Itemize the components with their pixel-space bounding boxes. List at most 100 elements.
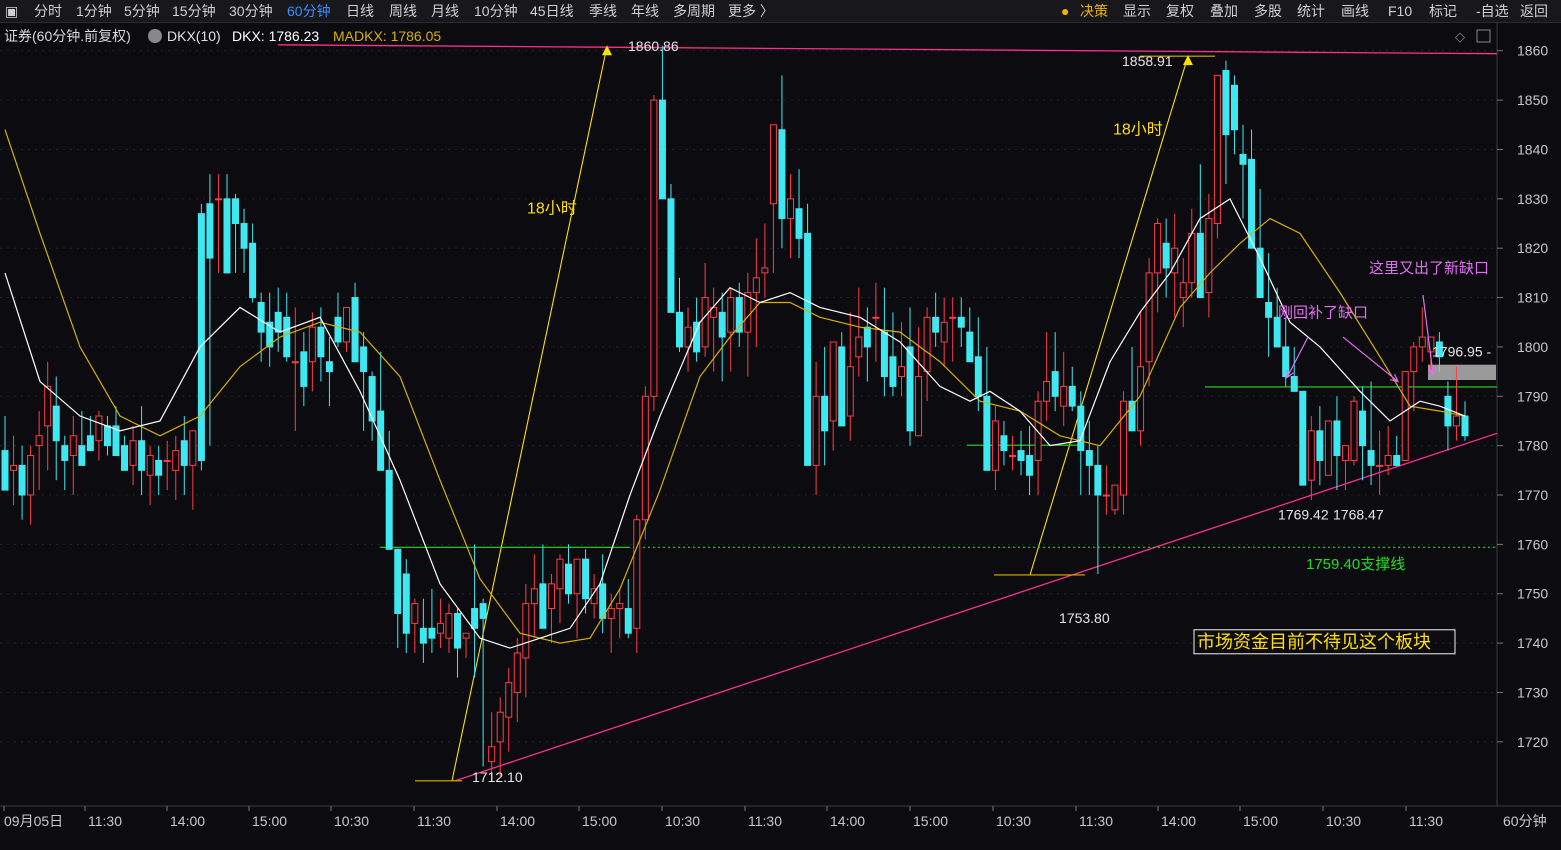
candle-body xyxy=(325,361,333,373)
period-tab[interactable]: 更多 〉 xyxy=(728,2,774,20)
y-tick-label: 1780 xyxy=(1517,438,1548,454)
period-tab[interactable]: 年线 xyxy=(631,2,659,20)
candle-body xyxy=(1307,430,1315,481)
decision-icon[interactable]: ● xyxy=(1061,2,1069,20)
period-tab[interactable]: 10分钟 xyxy=(474,2,518,20)
period-tab[interactable]: 15分钟 xyxy=(172,2,216,20)
x-tick-label: 15:00 xyxy=(252,813,287,829)
tool-menu-item[interactable]: 多股 xyxy=(1254,2,1282,20)
candle-body xyxy=(1350,400,1358,461)
tool-menu-item[interactable]: 叠加 xyxy=(1210,2,1238,20)
candle-body xyxy=(616,603,624,610)
candle-body xyxy=(257,301,265,333)
period-tab[interactable]: 30分钟 xyxy=(229,2,273,20)
indicator-settings-icon[interactable] xyxy=(148,29,162,43)
period-tab[interactable]: 周线 xyxy=(389,2,417,20)
candle-body xyxy=(496,711,504,743)
x-tick-label: 10:30 xyxy=(996,813,1031,829)
candle-body xyxy=(1017,450,1025,461)
x-tick-label: 14:00 xyxy=(170,813,205,829)
y-tick-label: 1820 xyxy=(1517,240,1548,256)
candle-body xyxy=(249,242,257,299)
period-tab[interactable]: 1分钟 xyxy=(76,2,112,20)
annotation: 刚回补了缺口 xyxy=(1278,304,1368,321)
candle-body xyxy=(18,464,26,496)
candle-body xyxy=(163,459,171,462)
candle-body xyxy=(573,558,581,595)
tool-menu-item[interactable]: 复权 xyxy=(1166,2,1194,20)
y-tick-label: 1840 xyxy=(1517,141,1548,157)
candle-body xyxy=(129,440,137,466)
y-tick-label: 1800 xyxy=(1517,339,1548,355)
candle-body xyxy=(957,316,965,328)
candle-body xyxy=(471,608,479,629)
candle-body xyxy=(1410,346,1418,373)
tool-menu-item[interactable]: 返回 xyxy=(1520,2,1548,20)
candle-body xyxy=(1154,223,1162,274)
candle-body xyxy=(206,203,214,259)
candle-body xyxy=(283,316,291,358)
candle-body xyxy=(744,292,752,333)
candle-body xyxy=(1230,84,1238,131)
candle-body xyxy=(650,99,658,397)
candle-body xyxy=(197,213,205,461)
price-chart[interactable]: 1860 1850 1840 1830 1820 1810 1800 1790 1780 1770… xyxy=(0,22,1561,850)
candle-body xyxy=(966,331,974,363)
tool-menu-item[interactable]: -自选 xyxy=(1476,2,1509,20)
candle-body xyxy=(27,455,35,496)
decision-button[interactable]: 决策 xyxy=(1080,2,1108,20)
candle-body xyxy=(445,612,453,639)
period-tab[interactable]: 月线 xyxy=(431,2,459,20)
candle-body xyxy=(522,603,530,659)
x-axis: 09月05日 11:30 14:00 15:00 10:30 11:30 14:00 15:0… xyxy=(3,806,1547,829)
candle-body xyxy=(769,124,777,205)
candle-body xyxy=(795,208,803,239)
tool-menu-item[interactable]: F10 xyxy=(1388,2,1412,20)
x-tick-label: 15:00 xyxy=(582,813,617,829)
gap-arrow xyxy=(1342,336,1399,382)
indicator-name[interactable]: DKX(10) xyxy=(167,28,221,44)
period-tab[interactable]: 日线 xyxy=(346,2,374,20)
candle-body xyxy=(240,223,248,249)
candle-body xyxy=(983,395,991,471)
candle-body xyxy=(872,316,880,319)
draw-mode-icon[interactable]: ◇ xyxy=(1455,29,1465,44)
candle-body xyxy=(846,366,854,417)
candle-body xyxy=(1102,494,1110,497)
tool-menu-item[interactable]: 标记 xyxy=(1429,2,1457,20)
tool-menu-item[interactable]: 画线 xyxy=(1341,2,1369,20)
candle-body xyxy=(52,405,60,442)
period-tab[interactable]: 季线 xyxy=(589,2,617,20)
price-label: 1712.10 xyxy=(472,769,523,785)
candle-body xyxy=(761,267,769,274)
gap-box xyxy=(1428,364,1496,380)
period-tab[interactable]: 45日线 xyxy=(530,2,574,20)
madkx-value: MADKX: 1786.05 xyxy=(333,28,441,44)
period-tab[interactable]: 60分钟 xyxy=(287,2,331,20)
candle-body xyxy=(1341,445,1349,461)
candle-body xyxy=(1367,450,1375,466)
layout-icon[interactable] xyxy=(1476,29,1491,43)
candle-body xyxy=(889,356,897,387)
candle-body xyxy=(1205,218,1213,294)
y-tick-label: 1760 xyxy=(1517,536,1548,552)
candle-body xyxy=(1077,405,1085,452)
tool-menu-item[interactable]: 显示 xyxy=(1123,2,1151,20)
candle-body xyxy=(1299,390,1307,486)
tool-menu-item[interactable]: 统计 xyxy=(1297,2,1325,20)
candle-body xyxy=(223,198,231,274)
candle-body xyxy=(530,588,538,605)
x-tick-label: 11:30 xyxy=(748,813,782,829)
window-icon[interactable]: ▣ xyxy=(5,2,18,20)
annotation: 18小时 xyxy=(527,200,577,218)
candle-body xyxy=(624,608,632,634)
candle-body xyxy=(1222,69,1230,136)
period-tab[interactable]: 5分钟 xyxy=(124,2,160,20)
period-tab[interactable]: 多周期 xyxy=(673,2,715,20)
x-tick-label: 14:00 xyxy=(500,813,535,829)
candle-body xyxy=(1043,380,1051,402)
candle-body xyxy=(513,652,521,693)
candle-body xyxy=(940,321,948,343)
candle-body xyxy=(565,563,573,595)
period-tab[interactable]: 分时 xyxy=(34,2,62,20)
